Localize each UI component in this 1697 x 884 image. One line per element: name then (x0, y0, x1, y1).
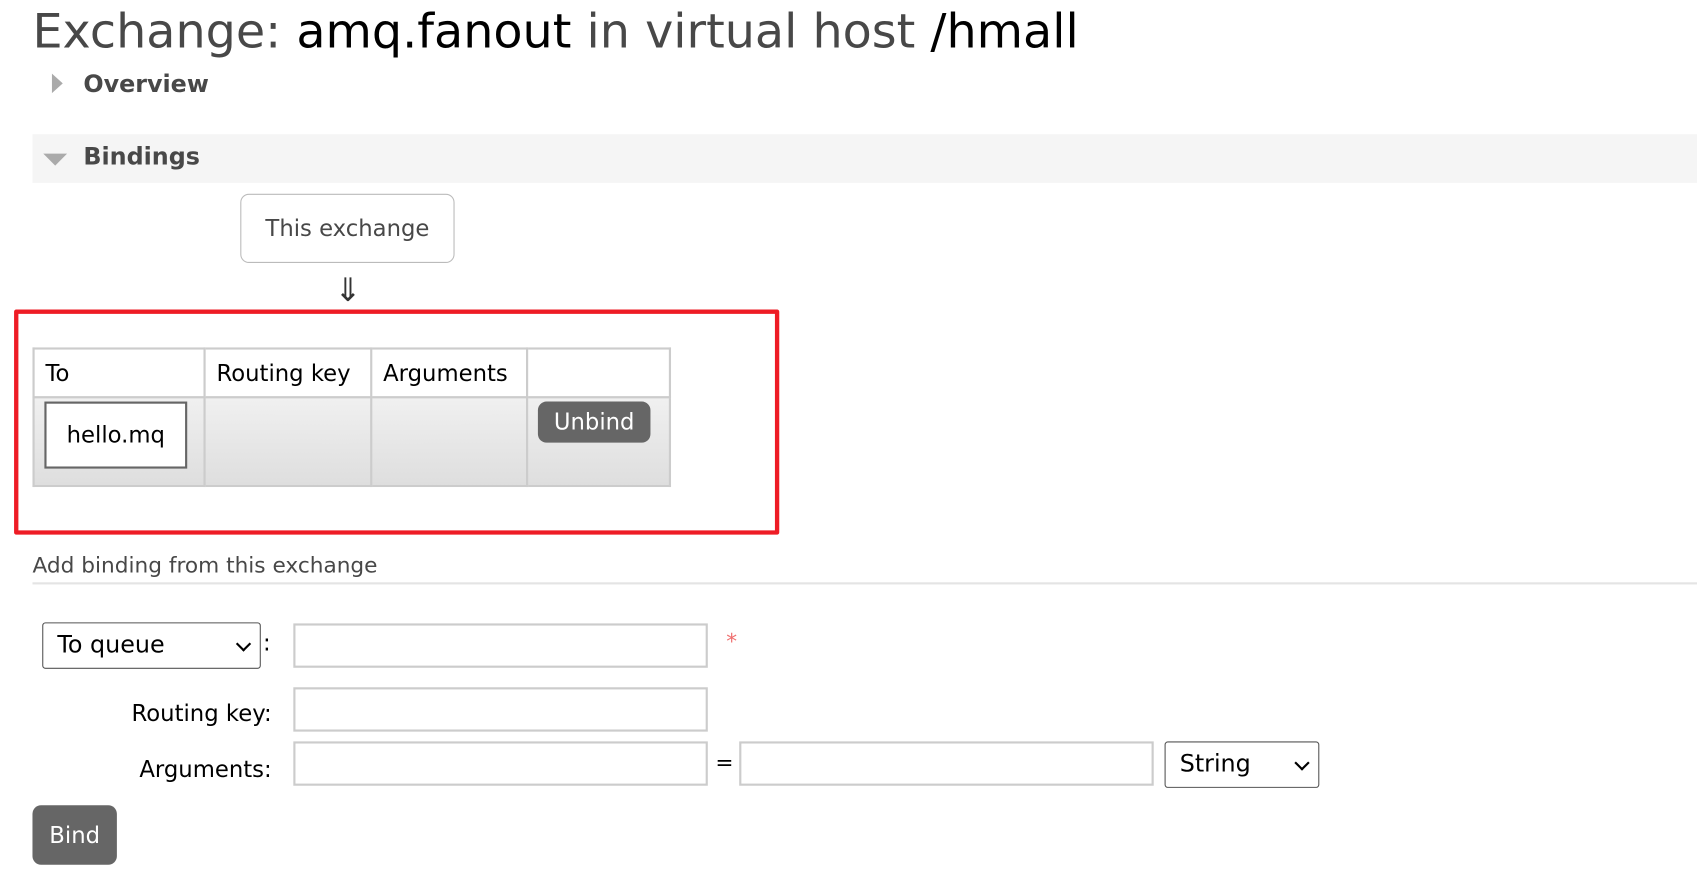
required-mark: * (726, 627, 738, 654)
argument-type-select[interactable]: String (1164, 741, 1320, 788)
cell-actions: Unbind (525, 396, 672, 488)
expand-arrow-icon[interactable] (51, 73, 63, 94)
cell-arguments (370, 396, 529, 488)
collapse-arrow-icon[interactable] (43, 153, 68, 166)
column-header-routing-key: Routing key (203, 347, 373, 399)
colon-label: : (262, 629, 271, 656)
chevron-down-icon (235, 635, 252, 652)
down-arrow-icon: ⇓ (334, 271, 362, 310)
argument-value-input[interactable] (739, 741, 1154, 786)
cell-to: hello.mq (32, 396, 206, 488)
divider (32, 582, 1697, 585)
queue-link[interactable]: hello.mq (44, 401, 188, 469)
bindings-section-toggle[interactable]: Bindings (83, 144, 200, 171)
this-exchange-box: This exchange (240, 193, 455, 263)
arguments-label: Arguments: (139, 756, 272, 783)
cell-routing-key (203, 396, 373, 488)
routing-key-input[interactable] (293, 687, 708, 732)
bind-button[interactable]: Bind (32, 805, 117, 865)
add-binding-heading: Add binding from this exchange (32, 551, 378, 578)
argument-key-input[interactable] (293, 741, 708, 786)
bindings-section-header[interactable] (32, 134, 1697, 183)
unbind-button[interactable]: Unbind (537, 401, 651, 443)
column-header-arguments: Arguments (370, 347, 529, 399)
column-header-to: To (32, 347, 206, 399)
chevron-down-icon (1294, 754, 1310, 771)
bindings-table: To Routing key Arguments hello.mq Unbind (32, 347, 672, 488)
routing-key-label: Routing key: (131, 700, 272, 727)
table-row: hello.mq Unbind (32, 396, 672, 488)
page-title: Exchange: amq.fanout in virtual host /hm… (32, 4, 1079, 60)
destination-type-select[interactable]: To queue (42, 622, 261, 669)
column-header-actions (525, 347, 672, 399)
destination-input[interactable] (293, 623, 708, 668)
overview-section-toggle[interactable]: Overview (83, 71, 208, 98)
table-header-row: To Routing key Arguments (32, 347, 672, 399)
equals-label: = (715, 748, 734, 775)
